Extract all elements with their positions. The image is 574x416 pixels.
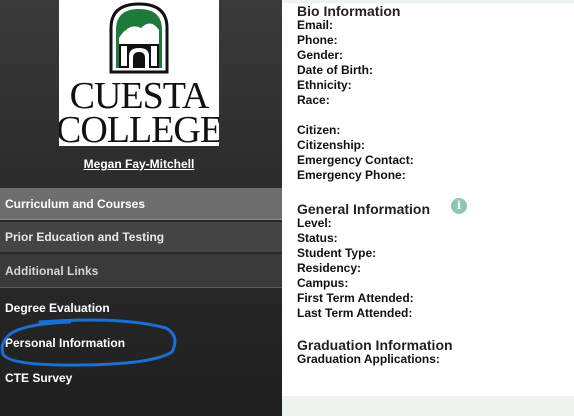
field-citizenship: Citizenship: <box>297 138 365 152</box>
field-emergency-contact: Emergency Contact: <box>297 153 414 167</box>
user-name-link[interactable]: Megan Fay-Mitchell <box>0 157 278 171</box>
nav-item-prior-education-and-testing[interactable]: Prior Education and Testing <box>0 222 282 253</box>
field-gender: Gender: <box>297 48 344 62</box>
nav-item-additional-links[interactable]: Additional Links <box>0 254 282 288</box>
nav-item-degree-evaluation[interactable]: Degree Evaluation <box>0 296 282 320</box>
sidebar: CUESTA COLLEGE Megan Fay-Mitchell Curric… <box>0 0 282 416</box>
field-graduation-applications: Graduation Applications: <box>297 352 440 366</box>
field-date-of-birth: Date of Birth: <box>297 63 373 77</box>
field-phone: Phone: <box>297 33 338 47</box>
nav-item-cte-survey[interactable]: CTE Survey <box>0 366 282 390</box>
field-first-term-attended: First Term Attended: <box>297 291 414 305</box>
general-information-title: General Information <box>297 201 431 217</box>
field-email: Email: <box>297 18 334 32</box>
field-campus: Campus: <box>297 276 349 290</box>
logo-text-college: COLLEGE <box>59 109 219 146</box>
field-status: Status: <box>297 231 338 245</box>
bio-information-title: Bio Information <box>297 3 401 19</box>
nav-item-personal-information[interactable]: Personal Information <box>0 331 282 355</box>
field-emergency-phone: Emergency Phone: <box>297 168 406 182</box>
info-icon[interactable]: i <box>451 198 467 214</box>
field-race: Race: <box>297 93 330 107</box>
field-residency: Residency: <box>297 261 362 275</box>
field-student-type: Student Type: <box>297 246 377 260</box>
college-logo: CUESTA COLLEGE <box>59 0 219 146</box>
field-last-term-attended: Last Term Attended: <box>297 306 413 320</box>
graduation-information-title: Graduation Information <box>297 337 453 353</box>
cuesta-college-logo-icon: CUESTA COLLEGE <box>59 2 219 146</box>
bottom-band <box>282 396 574 416</box>
nav-item-curriculum-and-courses[interactable]: Curriculum and Courses <box>0 188 282 220</box>
field-level: Level: <box>297 216 332 230</box>
field-citizen: Citizen: <box>297 123 341 137</box>
field-ethnicity: Ethnicity: <box>297 78 352 92</box>
main-content: Bio Information Email: Phone: Gender: Da… <box>282 0 574 416</box>
